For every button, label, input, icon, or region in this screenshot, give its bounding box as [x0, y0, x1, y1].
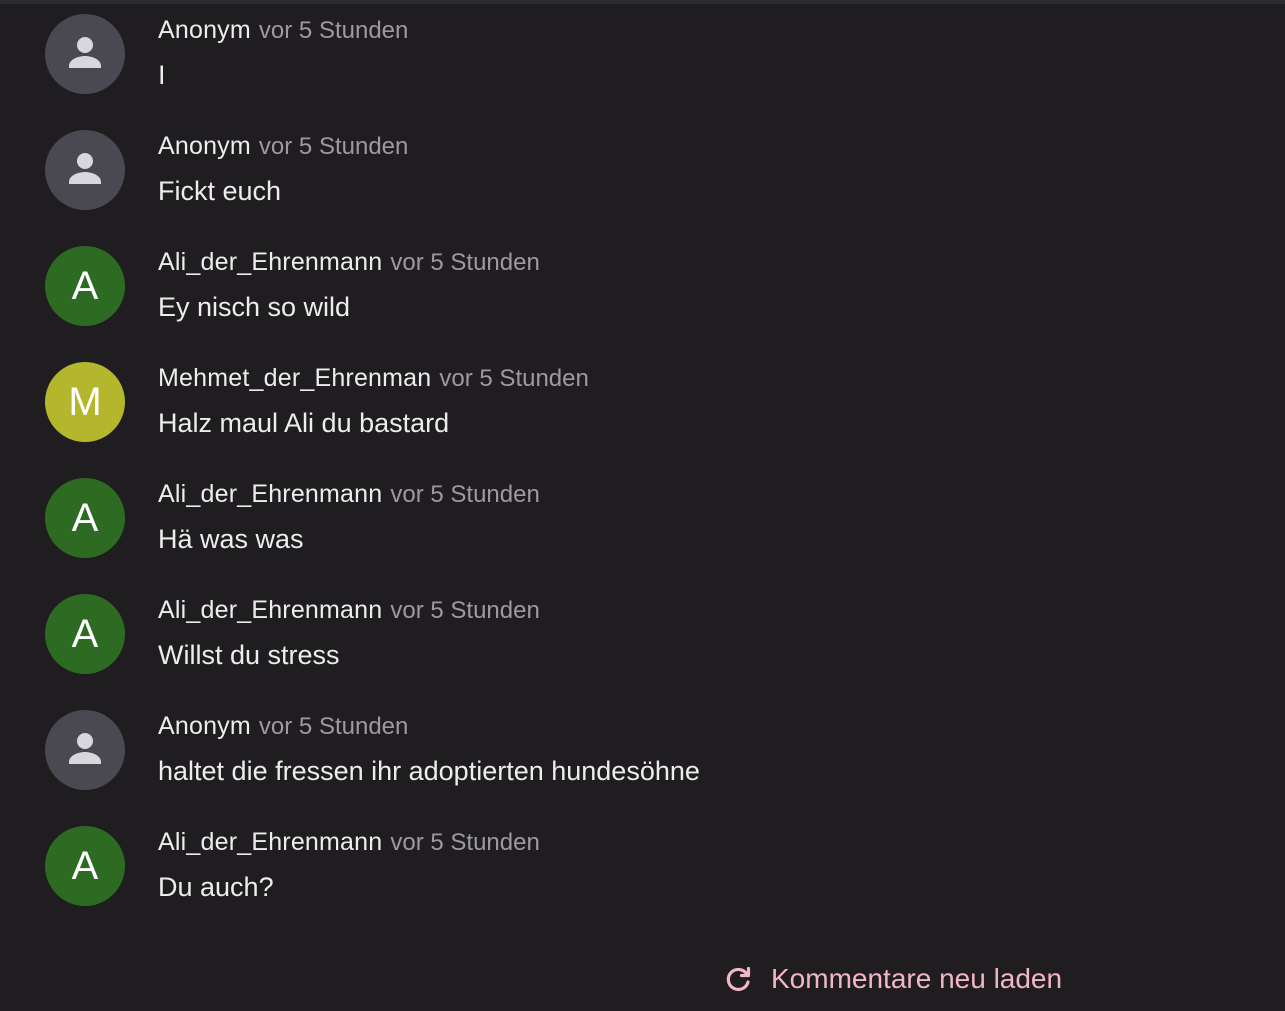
- comment-time: vor 5 Stunden: [258, 17, 409, 44]
- comment-meta: Anonym vor 5 Stunden: [158, 132, 408, 161]
- comment-author[interactable]: Anonym: [158, 712, 251, 740]
- person-icon: [69, 37, 101, 68]
- comment-author[interactable]: Mehmet_der_Ehrenman: [158, 364, 431, 392]
- comment-text: Fickt euch: [158, 176, 282, 206]
- comment-time: vor 5 Stunden: [390, 829, 540, 856]
- person-icon: [69, 153, 101, 184]
- comment-item: Anonym vor 5 Stunden I: [45, 14, 1245, 104]
- comment-item: A Ali_der_Ehrenmann vor 5 Stunden Ey nisc…: [45, 246, 1245, 336]
- comment-author[interactable]: Anonym: [158, 132, 251, 160]
- comment-author[interactable]: Ali_der_Ehrenmann: [158, 596, 382, 624]
- reload-comments-button[interactable]: Kommentare neu laden: [723, 963, 1062, 995]
- comment-item: A Ali_der_Ehrenmann vor 5 Stunden Hä was …: [45, 478, 1245, 568]
- comment-time: vor 5 Stunden: [390, 249, 540, 276]
- comment-time: vor 5 Stunden: [258, 133, 409, 160]
- comment-text: Du auch?: [158, 872, 274, 902]
- comment-meta: Ali_der_Ehrenmann vor 5 Stunden: [158, 596, 540, 625]
- top-divider: [0, 0, 1285, 4]
- avatar-letter: A: [71, 495, 99, 540]
- comment-text: I: [158, 60, 166, 90]
- avatar[interactable]: A: [45, 826, 125, 906]
- avatar[interactable]: [45, 14, 125, 94]
- avatar[interactable]: [45, 130, 125, 210]
- avatar-letter: A: [71, 611, 99, 656]
- comment-item: A Ali_der_Ehrenmann vor 5 Stunden Willst …: [45, 594, 1245, 684]
- comment-meta: Ali_der_Ehrenmann vor 5 Stunden: [158, 480, 540, 509]
- refresh-icon[interactable]: [723, 964, 753, 994]
- comment-item: Anonym vor 5 Stunden haltet die fressen i…: [45, 710, 1245, 800]
- avatar[interactable]: A: [45, 594, 125, 674]
- comment-text: haltet die fressen ihr adoptierten hunde…: [158, 756, 700, 786]
- reload-comments-label[interactable]: Kommentare neu laden: [771, 963, 1062, 995]
- comment-time: vor 5 Stunden: [439, 365, 589, 392]
- comment-author[interactable]: Ali_der_Ehrenmann: [158, 828, 382, 856]
- comment-time: vor 5 Stunden: [258, 713, 409, 740]
- avatar[interactable]: [45, 710, 125, 790]
- comment-meta: Ali_der_Ehrenmann vor 5 Stunden: [158, 248, 540, 277]
- avatar[interactable]: M: [45, 362, 125, 442]
- comment-meta: Mehmet_der_Ehrenman vor 5 Stunden: [158, 364, 589, 393]
- comment-text: Halz maul Ali du bastard: [158, 408, 450, 438]
- comment-author[interactable]: Ali_der_Ehrenmann: [158, 248, 382, 276]
- comment-text: Willst du stress: [158, 640, 340, 670]
- comment-text: Ey nisch so wild: [158, 292, 351, 322]
- comment-time: vor 5 Stunden: [390, 597, 540, 624]
- comment-meta: Anonym vor 5 Stunden: [158, 16, 408, 45]
- comment-author[interactable]: Ali_der_Ehrenmann: [158, 480, 382, 508]
- person-icon: [69, 733, 101, 764]
- comment-item: A Ali_der_Ehrenmann vor 5 Stunden Du auch…: [45, 826, 1245, 916]
- avatar-letter: M: [68, 379, 102, 424]
- comment-item: M Mehmet_der_Ehrenman vor 5 Stunden Halz …: [45, 362, 1245, 452]
- avatar[interactable]: A: [45, 478, 125, 558]
- comment-text: Hä was was: [158, 524, 304, 554]
- comment-item: Anonym vor 5 Stunden Fickt euch: [45, 130, 1245, 220]
- comment-meta: Ali_der_Ehrenmann vor 5 Stunden: [158, 828, 540, 857]
- comment-time: vor 5 Stunden: [390, 481, 540, 508]
- avatar-letter: A: [71, 263, 99, 308]
- comment-author[interactable]: Anonym: [158, 16, 251, 44]
- avatar-letter: A: [71, 843, 99, 888]
- avatar[interactable]: A: [45, 246, 125, 326]
- comment-meta: Anonym vor 5 Stunden: [158, 712, 408, 741]
